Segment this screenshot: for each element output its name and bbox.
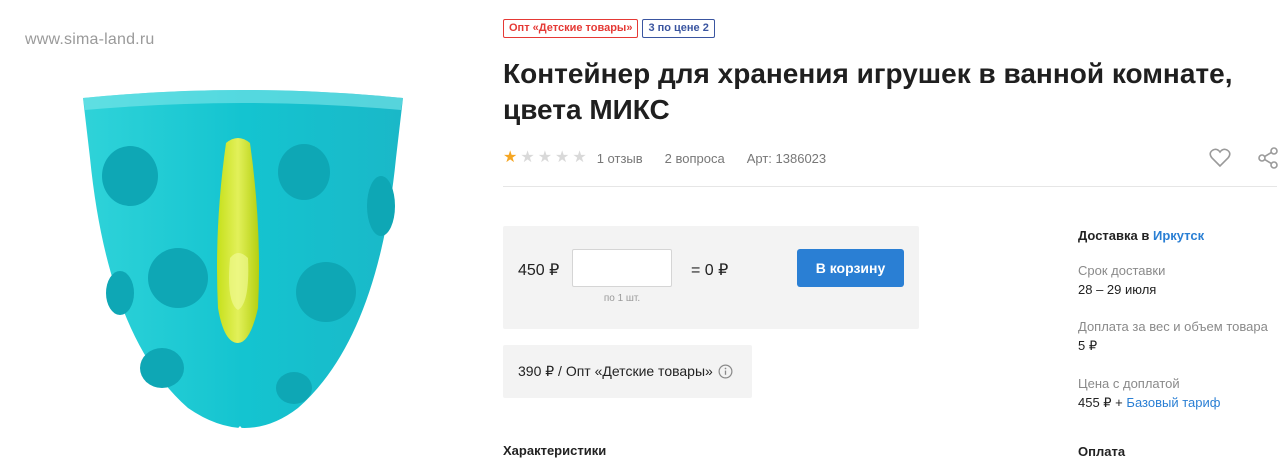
- rating-stars[interactable]: ★ ★ ★ ★ ★: [503, 150, 587, 166]
- questions-link[interactable]: 2 вопроса: [665, 151, 725, 166]
- payment-heading: Оплата: [1078, 444, 1126, 459]
- delivery-panel: Доставка в Иркутск Срок доставки 28 – 29…: [1078, 228, 1278, 433]
- star-icon: ★: [520, 149, 535, 166]
- buy-box: 450 ₽ по 1 шт. = 0 ₽ В корзину: [503, 226, 919, 329]
- star-icon: ★: [537, 149, 553, 166]
- star-icon: ★: [503, 149, 518, 166]
- tariff-link[interactable]: Базовый тариф: [1126, 395, 1220, 410]
- quantity-input[interactable]: [572, 249, 672, 287]
- share-icon: [1258, 147, 1278, 169]
- product-image[interactable]: [78, 88, 408, 440]
- wholesale-badge[interactable]: Опт «Детские товары»: [503, 19, 639, 38]
- characteristics-heading: Характеристики: [503, 443, 607, 458]
- wholesale-price-box[interactable]: 390 ₽ / Опт «Детские товары»: [503, 345, 752, 398]
- article-number: Арт: 1386023: [746, 150, 827, 166]
- surcharge-value: 5 ₽: [1078, 338, 1098, 353]
- delivery-term-value: 28 – 29 июля: [1078, 282, 1157, 297]
- delivery-term-label: Срок доставки: [1078, 263, 1166, 278]
- price-with-surcharge: 455 ₽ +: [1078, 395, 1123, 410]
- wholesale-price: 390 ₽ / Опт «Детские товары»: [518, 363, 713, 379]
- watermark: www.sima-land.ru: [25, 31, 155, 48]
- surcharge-label: Доплата за вес и объем товара: [1078, 319, 1268, 334]
- info-icon[interactable]: [718, 364, 733, 379]
- favorite-button[interactable]: [1208, 146, 1232, 170]
- product-meta: ★ ★ ★ ★ ★ 1 отзыв 2 вопроса Арт: 1386023: [503, 150, 848, 166]
- delivery-city-link[interactable]: Иркутск: [1153, 228, 1204, 243]
- badges: Опт «Детские товары» 3 по цене 2: [503, 19, 715, 38]
- add-to-cart-button[interactable]: В корзину: [797, 249, 904, 287]
- quantity-note: по 1 шт.: [603, 293, 641, 304]
- share-button[interactable]: [1256, 146, 1280, 170]
- reviews-link[interactable]: 1 отзыв: [597, 151, 643, 166]
- product-actions: [1208, 146, 1280, 170]
- delivery-heading: Доставка в Иркутск: [1078, 228, 1278, 243]
- star-icon: ★: [555, 149, 570, 166]
- price: 450 ₽: [518, 262, 560, 279]
- delivery-heading-label: Доставка в: [1078, 228, 1150, 243]
- price-deal-badge[interactable]: 3 по цене 2: [642, 19, 715, 38]
- product-title: Контейнер для хранения игрушек в ванной …: [503, 58, 1233, 125]
- price-with-surcharge-label: Цена с доплатой: [1078, 376, 1180, 391]
- divider: [503, 186, 1277, 187]
- star-icon: ★: [572, 149, 587, 166]
- heart-icon: [1209, 148, 1231, 168]
- total-price: = 0 ₽: [691, 262, 729, 279]
- price-with-surcharge-value: 455 ₽ + Базовый тариф: [1078, 395, 1278, 411]
